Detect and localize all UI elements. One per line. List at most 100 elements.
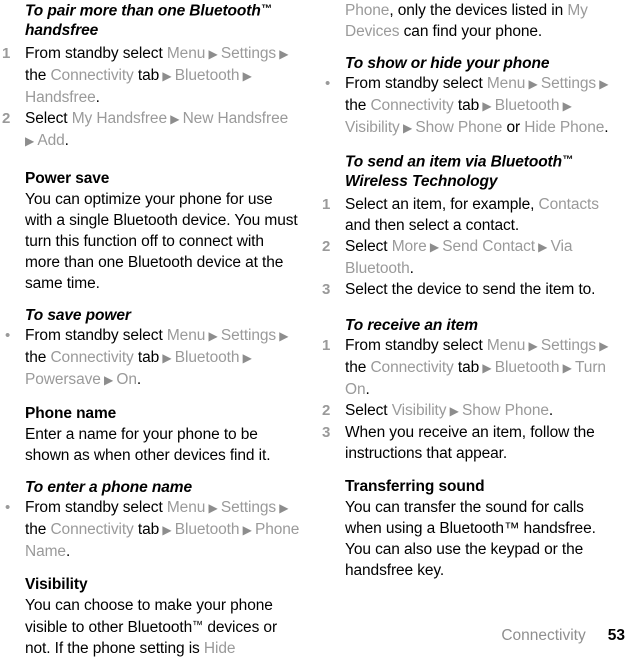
paragraph-phone-name: Enter a name for your phone to be shown … (25, 425, 271, 464)
trademark-symbol: ™ (260, 3, 272, 15)
menu-item-text: New Handsfree (182, 109, 289, 127)
steps-send-item: 1 Select an item, for example, Contacts a… (320, 194, 620, 300)
path-arrow-icon: ▶ (205, 500, 221, 515)
right-column: Phone, only the devices listed in My Dev… (320, 0, 620, 581)
step-number: 1 (322, 336, 331, 354)
path-arrow-icon: ▶ (596, 77, 609, 91)
path-arrow-icon: ▶ (239, 68, 252, 83)
menu-item-text: My Handsfree (71, 109, 167, 127)
body-text: . (409, 259, 414, 277)
body-text: Select (25, 109, 72, 127)
step-item: 2 Select Visibility ▶ Show Phone. (320, 400, 620, 422)
steps-receive-item: 1 From standby select Menu ▶ Settings ▶ t… (320, 335, 620, 464)
body-text: tab (133, 520, 160, 538)
body-text: Select (345, 401, 392, 419)
footer-chapter-label: Connectivity (501, 627, 586, 644)
path-arrow-icon: ▶ (276, 46, 289, 61)
bullet-icon: • (5, 498, 11, 516)
step-number: 1 (2, 44, 11, 62)
step-text: From standby select Menu ▶ Settings ▶ th… (345, 336, 609, 398)
heading-power-save: Power save (25, 169, 110, 187)
body-text: the (25, 66, 51, 84)
step-item: 1 From standby select Menu ▶ Settings ▶ t… (320, 335, 620, 400)
path-arrow-icon: ▶ (525, 338, 541, 353)
left-column: To pair more than one Bluetooth™ handsfr… (0, 0, 300, 659)
step-text: Select the device to send the item to. (345, 281, 595, 298)
menu-item-text: Menu (166, 498, 206, 516)
menu-item-text: Connectivity (50, 66, 134, 84)
path-arrow-icon: ▶ (166, 111, 183, 126)
steps-show-hide-phone: • From standby select Menu ▶ Settings ▶ t… (320, 73, 620, 139)
path-arrow-icon: ▶ (159, 350, 175, 365)
page-footer: Connectivity 53 (0, 627, 637, 645)
step-item: 3 Select the device to send the item to. (320, 279, 620, 300)
body-text: . (65, 542, 71, 560)
menu-item-text: Visibility (391, 401, 447, 419)
path-arrow-icon: ▶ (100, 372, 117, 387)
heading-save-power: To save power (25, 306, 131, 324)
menu-item-text: Settings (220, 326, 277, 344)
step-number: 3 (322, 423, 331, 441)
step-item: • From standby select Menu ▶ Settings ▶ t… (320, 73, 620, 139)
menu-item-text: On (116, 370, 137, 388)
step-item: 1 From standby select Menu ▶ Settings ▶ t… (0, 43, 300, 108)
heading-phone-name: Phone name (25, 404, 117, 422)
menu-item-text: Settings (540, 336, 597, 354)
menu-item-text: Menu (486, 336, 526, 354)
menu-item-text: Bluetooth (174, 66, 240, 84)
steps-pair-handsfree: 1 From standby select Menu ▶ Settings ▶ t… (0, 43, 300, 152)
menu-item-text: Connectivity (370, 358, 454, 376)
steps-enter-phone-name: • From standby select Menu ▶ Settings ▶ t… (0, 497, 300, 562)
menu-item-text: Connectivity (50, 520, 134, 538)
step-item: 1 Select an item, for example, Contacts a… (320, 194, 620, 236)
menu-item-text: Connectivity (370, 97, 454, 114)
menu-item-text: Add (37, 131, 65, 149)
menu-item-text: Bluetooth (494, 97, 560, 114)
path-arrow-icon: ▶ (525, 77, 541, 91)
step-text: Select an item, for example, Contacts an… (345, 196, 599, 234)
body-text: tab (133, 66, 160, 84)
path-arrow-icon: ▶ (596, 338, 609, 353)
heading-show-hide-phone: To show or hide your phone (345, 55, 550, 72)
step-number: 1 (322, 195, 331, 213)
body-text: . (365, 380, 370, 398)
body-text: , only the devices listed in (389, 2, 568, 19)
step-text: From standby select Menu ▶ Settings ▶ th… (25, 44, 289, 106)
manual-page: To pair more than one Bluetooth™ handsfr… (0, 0, 637, 657)
paragraph-transferring-sound: You can transfer the sound for calls whe… (345, 498, 596, 579)
body-text: From standby select (345, 75, 487, 92)
menu-item-text: Send Contact (442, 237, 535, 255)
menu-item-text: More (391, 237, 427, 255)
step-text: From standby select Menu ▶ Settings ▶ th… (25, 326, 289, 388)
menu-item-text: Phone (345, 2, 390, 19)
heading-pair-handsfree: To pair more than one Bluetooth™ handsfr… (25, 2, 272, 39)
step-number: 2 (322, 401, 331, 419)
path-arrow-icon: ▶ (239, 522, 255, 537)
body-text: From standby select (345, 336, 487, 354)
step-item: 2 Select More ▶ Send Contact ▶ Via Blueto… (320, 236, 620, 279)
menu-item-text: Settings (220, 44, 277, 62)
step-number: 2 (2, 109, 11, 127)
step-item: • From standby select Menu ▶ Settings ▶ t… (0, 325, 300, 391)
heading-enter-phone-name: To enter a phone name (25, 478, 192, 496)
menu-item-text: Bluetooth (174, 348, 240, 366)
body-text: the (345, 358, 371, 376)
path-arrow-icon: ▶ (239, 350, 252, 365)
body-text: From standby select (25, 326, 167, 344)
menu-item-text: Visibility (345, 119, 400, 136)
menu-item-text: Menu (166, 44, 206, 62)
body-text: the (25, 348, 51, 366)
step-text: Select My Handsfree ▶ New Handsfree ▶ Ad… (25, 110, 288, 149)
body-text: . (604, 119, 609, 136)
body-text: Select (345, 237, 392, 255)
body-text: Select an item, for example, (345, 195, 539, 213)
step-text: From standby select Menu ▶ Settings ▶ th… (345, 75, 609, 136)
body-text: When you receive an item, follow the ins… (345, 423, 595, 462)
step-item: 2 Select My Handsfree ▶ New Handsfree ▶ A… (0, 108, 300, 152)
path-arrow-icon: ▶ (25, 133, 38, 148)
body-text: or (502, 119, 525, 136)
menu-item-text: Bluetooth (494, 358, 560, 376)
menu-item-text: Connectivity (50, 348, 134, 366)
body-text: can find your phone. (399, 23, 543, 40)
body-text: tab (453, 358, 480, 376)
